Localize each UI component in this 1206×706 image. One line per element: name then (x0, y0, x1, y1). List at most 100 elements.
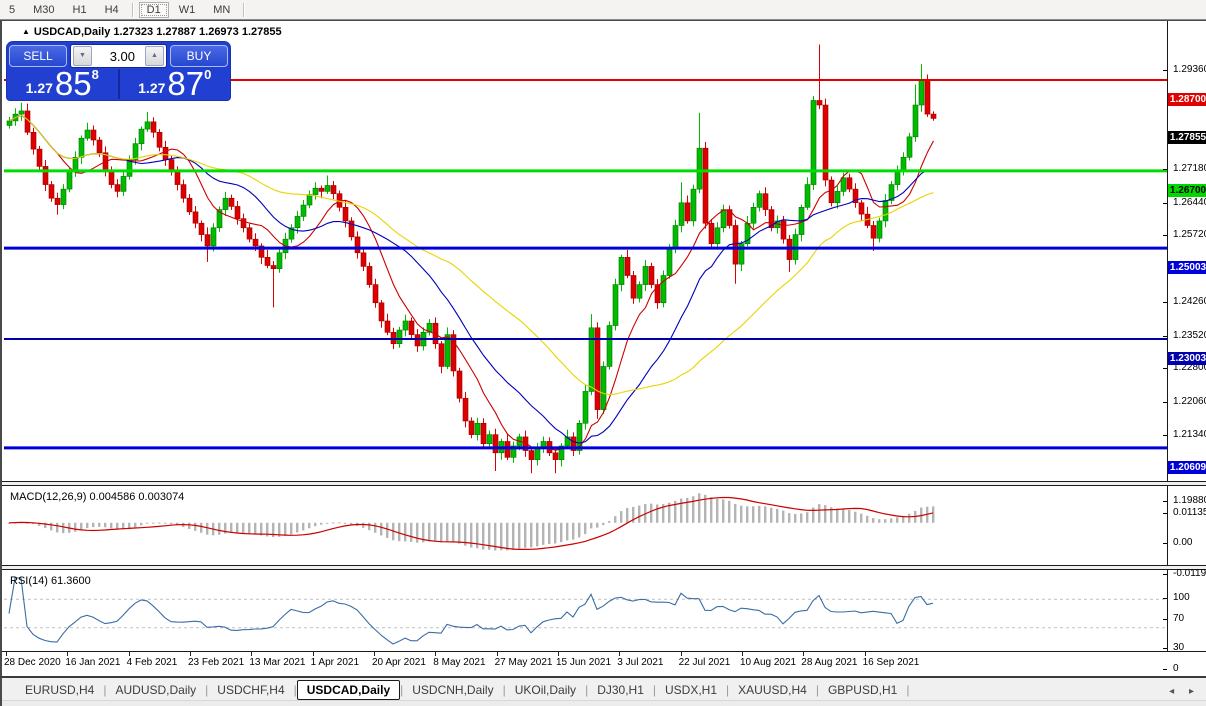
date-label: 20 Apr 2021 (371, 657, 426, 668)
date-tick-mark (741, 652, 743, 656)
axis-tick-mark (1163, 542, 1167, 544)
date-tick-mark (557, 652, 559, 656)
date-label: 8 May 2021 (433, 657, 486, 668)
buy-price-pipette: 0 (204, 67, 212, 82)
macd-panel-separator[interactable] (2, 481, 1206, 486)
price-tick-label: 1.27180 (1173, 163, 1206, 175)
date-tick-mark (435, 652, 437, 656)
tab-usdchf-h4[interactable]: USDCHF,H4 (208, 681, 293, 699)
date-tick-mark (189, 652, 191, 656)
rsi-value: 61.3600 (50, 575, 91, 587)
buy-price-display[interactable]: 1.27 87 0 (120, 67, 231, 100)
date-label: 22 Jul 2021 (678, 657, 731, 668)
axis-tick-mark (1163, 598, 1167, 599)
volume-decrease-icon[interactable]: ▼ (73, 46, 92, 66)
rsi-panel-separator[interactable] (2, 565, 1206, 570)
date-label: 28 Dec 2020 (4, 657, 61, 668)
sell-price-display[interactable]: 1.27 85 8 (7, 67, 118, 100)
sell-button[interactable]: SELL (9, 45, 67, 67)
date-label: 13 Mar 2021 (249, 657, 306, 668)
rsi-tick-label: 30 (1173, 641, 1185, 653)
price-level-badge: 1.25003 (1168, 261, 1206, 275)
volume-input[interactable]: 3.00 (94, 49, 143, 64)
tab-usdx-h1[interactable]: USDX,H1 (656, 681, 726, 699)
macd-tick-label: 0.01135 (1173, 507, 1206, 518)
chart-title: ▲ USDCAD,Daily 1.27323 1.27887 1.26973 1.… (22, 26, 282, 38)
timeframe-toolbar: 5 M30 H1 H4 D1 W1 MN (0, 0, 1206, 20)
axis-tick-mark (1163, 513, 1167, 514)
date-tick-mark (251, 652, 253, 656)
date-label: 4 Feb 2021 (126, 657, 178, 668)
price-tick-label: 1.29360 (1173, 64, 1206, 75)
trading-platform-window: 5 M30 H1 H4 D1 W1 MN ▲ USDCAD,Daily 1.27323 1.2… (0, 0, 1206, 706)
tab-usdcad-daily[interactable]: USDCAD,Daily (296, 680, 401, 700)
rsi-tick-label: 100 (1173, 592, 1190, 603)
price-level-badge: 1.20609 (1168, 460, 1206, 474)
date-tick-mark (373, 652, 375, 656)
axis-tick-mark (1163, 501, 1167, 502)
axis-tick-mark (1163, 434, 1167, 436)
macd-indicator-label: MACD(12,26,9) 0.004586 0.003074 (10, 491, 184, 503)
tab-separator: | (906, 683, 910, 697)
tab-usdcnh-daily[interactable]: USDCNH,Daily (403, 681, 502, 699)
tab-ukoil-daily[interactable]: UKOil,Daily (506, 681, 585, 699)
date-label: 23 Feb 2021 (187, 657, 245, 668)
price-tick-label: 1.24260 (1173, 295, 1206, 307)
axis-tick-mark (1163, 368, 1167, 370)
tab-audusd-daily[interactable]: AUDUSD,Daily (106, 681, 205, 699)
price-tick-label: 1.19880 (1173, 495, 1206, 506)
macd-name: MACD(12,26,9) (10, 491, 87, 503)
symbol-tab-bar: EURUSD,H4 | AUDUSD,Daily | USDCHF,H4 | USDCAD,… (0, 676, 1206, 706)
tab-scroll-arrows[interactable]: ◂ ▸ (1169, 686, 1200, 697)
axis-tick-mark (1163, 647, 1167, 649)
tab-eurusd-h4[interactable]: EURUSD,H4 (16, 681, 103, 699)
price-level-badge: 1.28700 (1168, 93, 1206, 106)
macd-tick-label: -0.01190 (1173, 568, 1206, 579)
axis-tick-mark (1163, 202, 1167, 204)
tab-xauusd-h4[interactable]: XAUUSD,H4 (729, 681, 816, 699)
rsi-tick-label: 0 (1173, 663, 1179, 674)
date-label: 1 Apr 2021 (310, 657, 360, 668)
tab-dj30-h1[interactable]: DJ30,H1 (588, 681, 653, 699)
volume-increase-icon[interactable]: ▲ (145, 46, 164, 66)
date-label: 3 Jul 2021 (617, 657, 664, 668)
sell-price-prefix: 1.27 (25, 80, 53, 96)
date-label: 27 May 2021 (494, 657, 553, 668)
price-chart-canvas[interactable] (2, 22, 1167, 652)
date-tick-mark (67, 652, 69, 656)
tabbar-bottom-strip (2, 700, 1206, 706)
tab-gbpusd-h1[interactable]: GBPUSD,H1 (819, 681, 906, 699)
date-tick-mark (680, 652, 682, 656)
symbol-tabs: EURUSD,H4 | AUDUSD,Daily | USDCHF,H4 | USDCAD,… (2, 679, 1206, 701)
date-tick-mark (312, 652, 314, 656)
axis-tick-mark (1163, 70, 1167, 71)
timeframe-button-5[interactable]: 5 (1, 2, 23, 18)
price-tick-label: 1.22060 (1173, 395, 1206, 407)
date-label: 10 Aug 2021 (739, 657, 797, 668)
price-tick-label: 1.21340 (1173, 428, 1206, 440)
chart-workspace: ▲ USDCAD,Daily 1.27323 1.27887 1.26973 1.… (0, 20, 1206, 676)
date-tick-mark (803, 652, 805, 656)
toolbar-separator (243, 2, 246, 17)
date-label: 16 Jan 2021 (65, 657, 121, 668)
timeframe-button-h1[interactable]: H1 (65, 2, 95, 18)
axis-tick-mark (1163, 619, 1167, 621)
timeframe-button-m30[interactable]: M30 (25, 2, 62, 18)
price-tick-label: 1.26440 (1173, 196, 1206, 208)
date-tick-mark (6, 652, 7, 656)
price-tick-label: 1.25720 (1173, 229, 1206, 241)
buy-button[interactable]: BUY (170, 45, 228, 67)
timeframe-button-mn[interactable]: MN (205, 2, 238, 18)
one-click-trade-panel: SELL ▼ 3.00 ▲ BUY 1.27 85 8 1.27 87 0 (7, 42, 230, 100)
date-label: 16 Sep 2021 (862, 657, 920, 668)
timeframe-button-h4[interactable]: H4 (97, 2, 127, 18)
axis-tick-mark (1163, 574, 1167, 575)
sell-price-pipette: 8 (91, 67, 99, 82)
timeframe-button-d1[interactable]: D1 (138, 1, 169, 18)
timeframe-button-w1[interactable]: W1 (171, 2, 204, 18)
date-axis-divider (2, 651, 1206, 652)
macd-values: 0.004586 0.003074 (89, 491, 185, 503)
symbol-marker-icon: ▲ (22, 27, 30, 36)
axis-tick-mark (1163, 301, 1167, 303)
date-tick-mark (128, 652, 130, 656)
